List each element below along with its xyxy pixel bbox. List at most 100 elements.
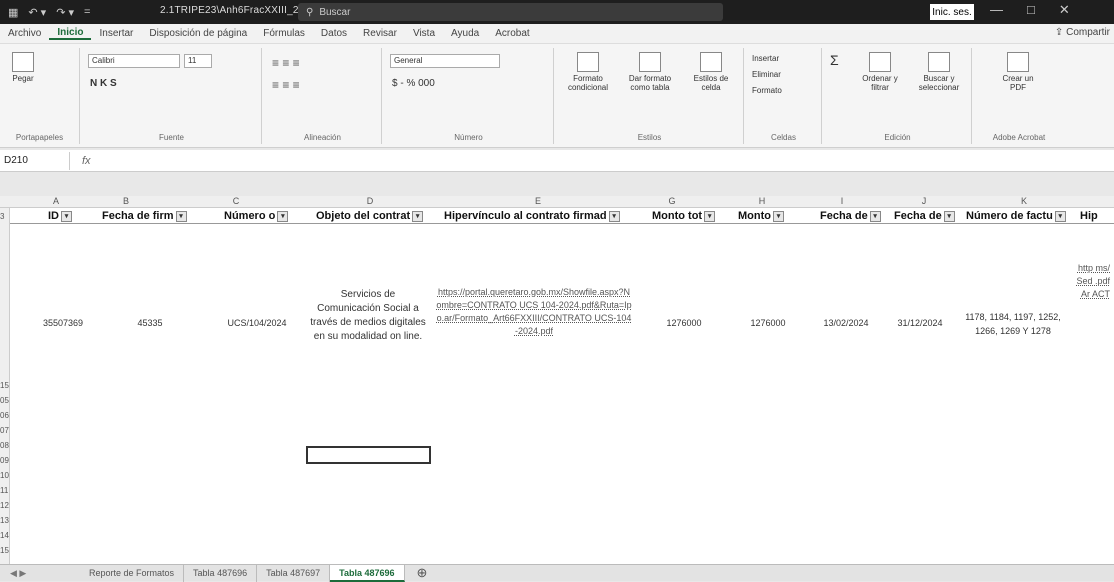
insert-cells-button[interactable]: Insertar xyxy=(752,54,779,63)
close-button[interactable]: ✕ xyxy=(1059,2,1070,18)
row-number[interactable]: 3 xyxy=(0,212,10,221)
header-fecha-fin[interactable]: Fecha de ▾ xyxy=(894,210,964,224)
sheet-tab[interactable]: Tabla 487696 xyxy=(184,564,258,582)
col-g[interactable]: G xyxy=(666,196,678,206)
row-number[interactable]: 07 xyxy=(0,426,10,435)
tab-archivo[interactable]: Archivo xyxy=(0,28,49,39)
redo-icon[interactable]: ↷ ▾ xyxy=(56,6,74,19)
row-number[interactable]: 15 xyxy=(0,381,10,390)
row-number[interactable]: 06 xyxy=(0,411,10,420)
add-sheet-icon[interactable]: ⊕ xyxy=(405,565,440,581)
sheet-tab[interactable]: Tabla 487697 xyxy=(257,564,331,582)
filter-dropdown-icon[interactable]: ▾ xyxy=(772,210,784,222)
cell-fecha-inicio[interactable]: 13/02/2024 xyxy=(810,318,882,328)
row-number[interactable]: 09 xyxy=(0,456,10,465)
header-monto[interactable]: Monto ▾ xyxy=(738,210,816,224)
header-fecha-firma[interactable]: Fecha de firm ▾ xyxy=(102,210,220,224)
row-number[interactable]: 11 xyxy=(0,486,10,495)
header-numero[interactable]: Número o ▾ xyxy=(224,210,314,224)
sheet-tab-active[interactable]: Tabla 487696 xyxy=(330,564,405,582)
save-icon[interactable]: ▦ xyxy=(8,6,18,19)
tab-acrobat[interactable]: Acrobat xyxy=(487,28,537,39)
row-number[interactable]: 14 xyxy=(0,531,10,540)
filter-dropdown-icon[interactable]: ▾ xyxy=(869,210,881,222)
col-j[interactable]: J xyxy=(918,196,930,206)
cell-hipervinculo[interactable]: https://portal.queretaro.gob.mx/Showfile… xyxy=(436,286,632,338)
format-cells-button[interactable]: Formato xyxy=(752,86,782,95)
autosum-icon[interactable]: Σ xyxy=(830,52,839,68)
col-d[interactable]: D xyxy=(364,196,376,206)
worksheet-grid[interactable] xyxy=(0,196,1114,564)
header-fecha-inicio[interactable]: Fecha de ▾ xyxy=(820,210,892,224)
header-hip[interactable]: Hip xyxy=(1080,210,1114,224)
bold-italic-underline-buttons[interactable]: N K S xyxy=(90,78,117,89)
create-pdf-button[interactable]: Crear un PDF xyxy=(994,52,1042,92)
tab-disposicion[interactable]: Disposición de página xyxy=(141,28,255,39)
row-number[interactable]: 13 xyxy=(0,516,10,525)
col-b[interactable]: B xyxy=(120,196,132,206)
font-name-select[interactable]: Calibri xyxy=(88,54,180,68)
align-icon[interactable]: ≡ ≡ ≡ xyxy=(272,56,300,70)
cell-hip-partial[interactable]: http ms/ Sed .pdf Ar ACT xyxy=(1070,262,1110,301)
paste-button[interactable]: Pegar xyxy=(6,52,40,83)
row-number[interactable]: 10 xyxy=(0,471,10,480)
tab-ayuda[interactable]: Ayuda xyxy=(443,28,487,39)
number-format-buttons[interactable]: $ - % 000 xyxy=(392,78,435,89)
filter-dropdown-icon[interactable]: ▾ xyxy=(608,210,620,222)
filter-dropdown-icon[interactable]: ▾ xyxy=(61,210,72,222)
cell-fecha-firma[interactable]: 45335 xyxy=(110,318,190,328)
col-a[interactable]: A xyxy=(50,196,62,206)
cell-id[interactable]: 35507369 xyxy=(28,318,98,328)
filter-dropdown-icon[interactable]: ▾ xyxy=(277,210,289,222)
col-c[interactable]: C xyxy=(230,196,242,206)
row-number[interactable]: 05 xyxy=(0,396,10,405)
header-objeto[interactable]: Objeto del contrat ▾ xyxy=(316,210,442,224)
cell-numero[interactable]: UCS/104/2024 xyxy=(212,318,302,328)
header-numero-factura[interactable]: Número de factu ▾ xyxy=(966,210,1078,224)
tab-formulas[interactable]: Fórmulas xyxy=(255,28,313,39)
font-size-select[interactable]: 11 xyxy=(184,54,212,68)
customize-icon[interactable]: = xyxy=(84,6,90,18)
table-format-button[interactable]: Dar formato como tabla xyxy=(620,52,680,92)
cell-facturas[interactable]: 1178, 1184, 1197, 1252, 1266, 1269 Y 127… xyxy=(958,310,1068,338)
header-monto-total[interactable]: Monto tot ▾ xyxy=(652,210,736,224)
search-box[interactable]: ⚲ Buscar xyxy=(298,3,723,21)
filter-dropdown-icon[interactable]: ▾ xyxy=(175,210,187,222)
col-h[interactable]: H xyxy=(756,196,768,206)
cell-monto-total[interactable]: 1276000 xyxy=(648,318,720,328)
number-format-select[interactable]: General xyxy=(390,54,500,68)
col-k[interactable]: K xyxy=(1018,196,1030,206)
row-number[interactable]: 12 xyxy=(0,501,10,510)
cell-fecha-fin[interactable]: 31/12/2024 xyxy=(884,318,956,328)
tab-inicio[interactable]: Inicio xyxy=(49,27,92,40)
fx-icon[interactable]: fx xyxy=(70,155,91,167)
restore-button[interactable]: □ xyxy=(1027,2,1035,18)
sign-in-button[interactable]: Inic. ses. xyxy=(930,4,974,20)
justify-icon[interactable]: ≡ ≡ ≡ xyxy=(272,78,300,92)
filter-dropdown-icon[interactable]: ▾ xyxy=(704,210,716,222)
tab-datos[interactable]: Datos xyxy=(313,28,355,39)
share-button[interactable]: ⇪ Compartir xyxy=(1055,27,1110,38)
header-id[interactable]: ID ▾ xyxy=(48,210,100,224)
row-number[interactable]: 08 xyxy=(0,441,10,450)
header-hipervinculo[interactable]: Hipervínculo al contrato firmad ▾ xyxy=(444,210,648,224)
sheet-nav-arrows[interactable]: ◀ ▶ xyxy=(0,568,80,579)
undo-icon[interactable]: ↶ ▾ xyxy=(28,6,46,19)
col-e[interactable]: E xyxy=(532,196,544,206)
row-number[interactable]: 15 xyxy=(0,546,10,555)
tab-vista[interactable]: Vista xyxy=(405,28,443,39)
cell-styles-button[interactable]: Estilos de celda xyxy=(684,52,738,92)
filter-dropdown-icon[interactable]: ▾ xyxy=(1054,210,1066,222)
conditional-format-button[interactable]: Formato condicional xyxy=(560,52,616,92)
tab-revisar[interactable]: Revisar xyxy=(355,28,405,39)
filter-dropdown-icon[interactable]: ▾ xyxy=(943,210,955,222)
name-box[interactable]: D210 xyxy=(0,151,70,170)
col-i[interactable]: I xyxy=(836,196,848,206)
tab-insertar[interactable]: Insertar xyxy=(91,28,141,39)
delete-cells-button[interactable]: Eliminar xyxy=(752,70,781,79)
cell-objeto[interactable]: Servicios de Comunicación Social a travé… xyxy=(308,288,428,344)
minimize-button[interactable]: — xyxy=(990,2,1003,18)
sheet-tab[interactable]: Reporte de Formatos xyxy=(80,564,185,582)
find-select-button[interactable]: Buscar y seleccionar xyxy=(910,52,968,92)
cell-monto[interactable]: 1276000 xyxy=(732,318,804,328)
